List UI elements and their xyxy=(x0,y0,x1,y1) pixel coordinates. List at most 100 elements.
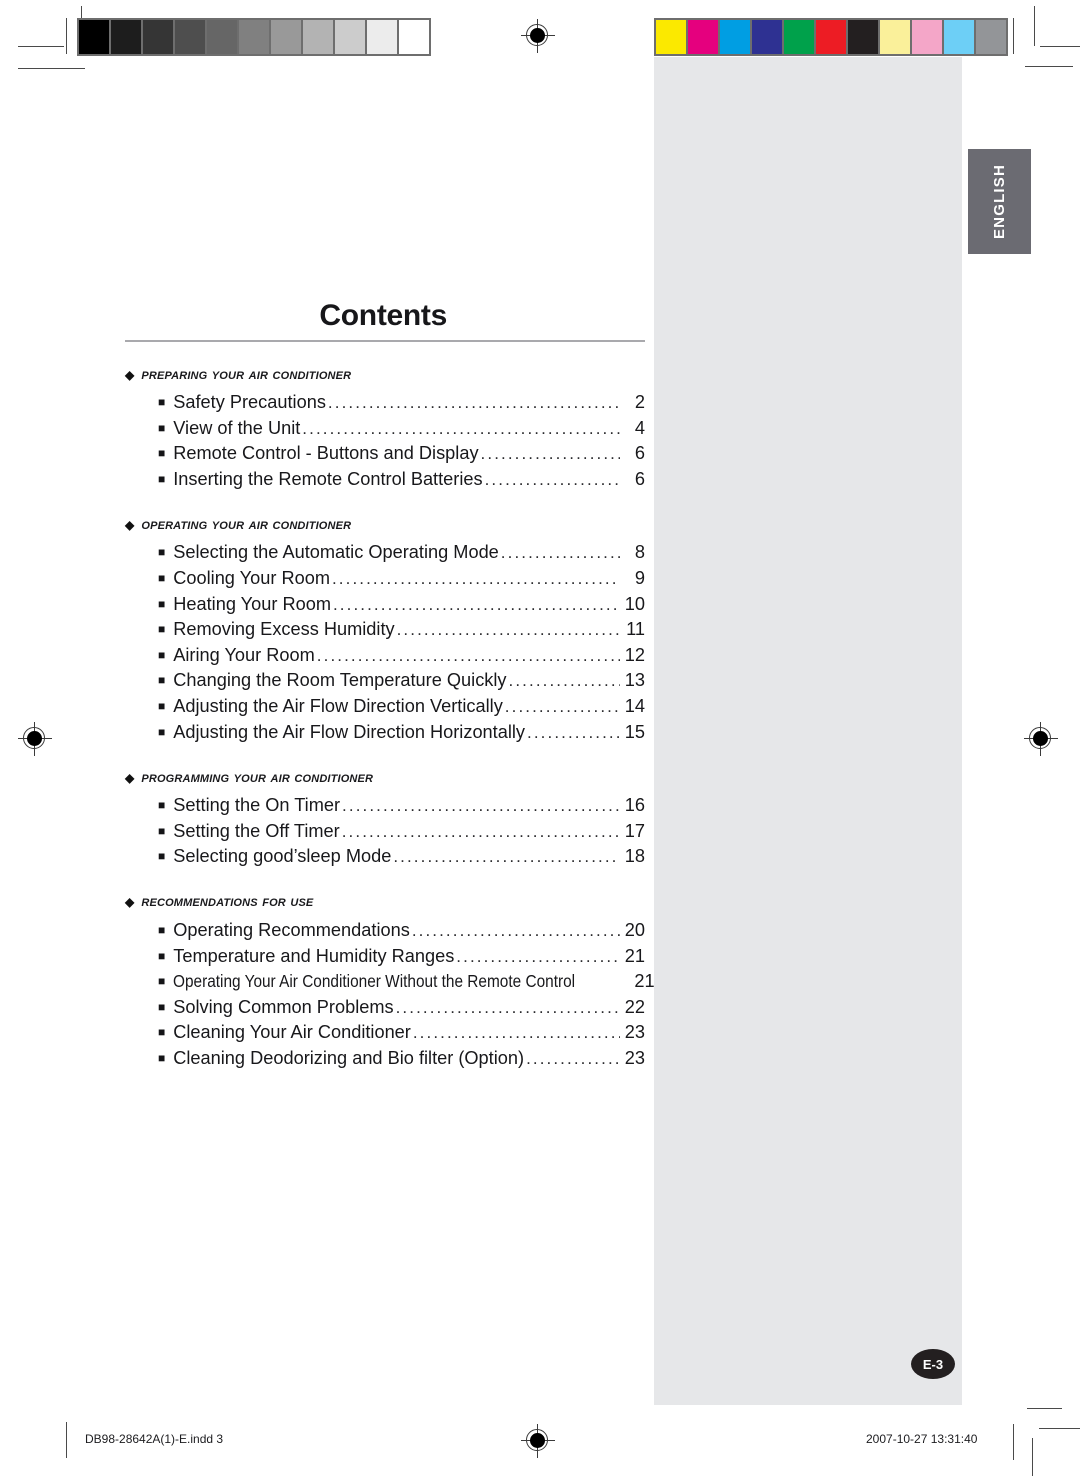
toc-entry-label: Cooling Your Room xyxy=(173,568,330,589)
toc-entry[interactable]: ■ Remote Control - Buttons and Display...… xyxy=(158,439,645,465)
toc-section: ◆ RECOMMENDATIONS FOR USE ■ Operating Recom… xyxy=(125,893,655,1069)
toc-entry-page-number: 9 xyxy=(634,568,645,589)
toc-entry-label: Heating Your Room xyxy=(173,593,331,614)
square-bullet-icon: ■ xyxy=(158,923,166,937)
grayscale-swatch xyxy=(79,20,109,54)
page-number-badge: E-3 xyxy=(911,1349,955,1379)
color-swatch xyxy=(784,20,814,54)
toc-entry-label: Inserting the Remote Control Batteries xyxy=(173,468,483,489)
toc-entry[interactable]: ■ Safety Precautions.....................… xyxy=(158,388,645,414)
toc-entry-page-number: 17 xyxy=(624,820,645,841)
language-tab-label: ENGLISH xyxy=(991,163,1009,240)
toc-entry[interactable]: ■ Changing the Room Temperature Quickly..… xyxy=(158,666,645,692)
toc-entry[interactable]: ■ Adjusting the Air Flow Direction Vertic… xyxy=(158,691,645,717)
registration-mark-top-center xyxy=(521,19,555,53)
color-swatch xyxy=(688,20,718,54)
toc-entry[interactable]: ■ Cleaning Your Air Conditioner..........… xyxy=(158,1018,645,1044)
toc-entry[interactable]: ■ Operating Your Air Conditioner Without … xyxy=(158,967,655,993)
toc-entry[interactable]: ■ Temperature and Humidity Ranges........… xyxy=(158,941,645,967)
grayscale-swatch xyxy=(111,20,141,54)
toc-section: ◆ PROGRAMMING YOUR AIR CONDITIONER ■ Settin… xyxy=(125,769,645,868)
square-bullet-icon: ■ xyxy=(158,1025,166,1040)
toc-entry-label: Removing Excess Humidity xyxy=(173,619,395,640)
toc-entry[interactable]: ■ Selecting the Automatic Operating Mode.… xyxy=(158,538,645,564)
grayscale-swatch xyxy=(271,20,301,54)
toc-entry-page-number: 13 xyxy=(624,670,645,691)
toc-entry-label: Safety Precautions xyxy=(173,392,326,413)
page-background-panel xyxy=(654,57,962,1405)
registration-mark-right-middle xyxy=(1024,722,1058,756)
toc-entry[interactable]: ■ Inserting the Remote Control Batteries.… xyxy=(158,464,645,490)
square-bullet-icon: ■ xyxy=(158,974,166,989)
toc-entry-page-number: 14 xyxy=(624,696,645,717)
toc-entry-page-number: 2 xyxy=(634,392,645,413)
toc-entry[interactable]: ■ Cleaning Deodorizing and Bio filter (Op… xyxy=(158,1043,645,1069)
square-bullet-icon: ■ xyxy=(158,798,166,813)
crop-mark-top-right-vertical xyxy=(1034,6,1035,46)
toc-entry[interactable]: ■ Operating Recommendations..............… xyxy=(158,915,645,941)
toc-leader-dots: ........................................… xyxy=(456,946,620,966)
toc-leader-dots: ........................................… xyxy=(411,921,620,940)
toc-entry-label: Temperature and Humidity Ranges xyxy=(173,945,455,966)
page-title: Contents xyxy=(319,299,447,332)
toc-entry-label: Changing the Room Temperature Quickly xyxy=(173,670,507,691)
toc-entry-page-number: 8 xyxy=(634,542,645,563)
toc-entry-label: Adjusting the Air Flow Direction Horizon… xyxy=(173,721,526,742)
toc-entry[interactable]: ■ Selecting good’sleep Mode..............… xyxy=(158,842,645,868)
square-bullet-icon: ■ xyxy=(158,823,166,838)
crop-mark-bottom-left-vertical xyxy=(66,1422,67,1458)
toc-entry[interactable]: ■ Airing Your Room.......................… xyxy=(158,640,645,666)
toc-entry[interactable]: ■ Solving Common Problems................… xyxy=(158,992,645,1018)
toc-entry-label: Adjusting the Air Flow Direction Vertica… xyxy=(173,696,503,717)
square-bullet-icon: ■ xyxy=(158,1050,166,1065)
toc-entry-label: Remote Control - Buttons and Display xyxy=(173,443,479,464)
crop-mark-bottom-right-vertical-b xyxy=(1032,1438,1033,1476)
square-bullet-icon: ■ xyxy=(158,724,166,739)
square-bullet-icon: ■ xyxy=(158,545,166,560)
toc-entry[interactable]: ■ Heating Your Room......................… xyxy=(158,589,645,615)
toc-entry[interactable]: ■ Adjusting the Air Flow Direction Horizo… xyxy=(158,717,645,743)
grayscale-swatch xyxy=(207,20,237,54)
square-bullet-icon: ■ xyxy=(158,622,166,637)
square-bullet-icon: ■ xyxy=(158,849,166,864)
footer-timestamp: 2007-10-27 13:31:40 xyxy=(866,1432,978,1446)
crop-mark-left-top-horizontal-a xyxy=(18,46,64,47)
toc-entry[interactable]: ■ Setting the Off Timer..................… xyxy=(158,816,645,842)
toc-entry-label: Selecting the Automatic Operating Mode xyxy=(173,542,499,563)
toc-section: ◆ OPERATING YOUR AIR CONDITIONER ■ Selectin… xyxy=(125,516,645,743)
square-bullet-icon: ■ xyxy=(158,673,166,688)
toc-entry[interactable]: ■ Cooling Your Room......................… xyxy=(158,563,645,589)
toc-entry-page-number: 23 xyxy=(624,1022,645,1043)
toc-leader-dots: ........................................… xyxy=(508,671,620,691)
grayscale-swatch xyxy=(303,20,333,54)
crop-mark-bottom-right-horizontal-a xyxy=(1027,1408,1062,1409)
grayscale-swatch xyxy=(239,20,269,54)
toc-section-heading-label: OPERATING YOUR AIR CONDITIONER xyxy=(141,515,352,533)
toc-leader-dots: ........................................… xyxy=(504,697,620,717)
toc-entry[interactable]: ■ Removing Excess Humidity...............… xyxy=(158,615,645,641)
toc-leader-dots: ........................................… xyxy=(342,796,620,816)
crop-mark-right-top-horizontal-b xyxy=(1025,66,1073,67)
toc-entry-page-number: 11 xyxy=(626,619,645,640)
title-divider xyxy=(125,339,645,342)
toc-leader-dots: ........................................… xyxy=(480,444,620,464)
registration-mark-left-middle xyxy=(18,722,52,756)
toc-entry-page-number: 18 xyxy=(624,846,645,867)
toc-entry[interactable]: ■ Setting the On Timer...................… xyxy=(158,791,645,817)
toc-entry-label: Airing Your Room xyxy=(173,644,315,665)
toc-entry-label: Operating Your Air Conditioner Without t… xyxy=(173,971,576,992)
toc-entry-page-number: 20 xyxy=(624,920,645,940)
toc-entry-label: Setting the Off Timer xyxy=(173,820,340,841)
color-swatch xyxy=(976,20,1006,54)
toc-section-heading: ◆ PROGRAMMING YOUR AIR CONDITIONER xyxy=(125,769,645,787)
grayscale-swatch xyxy=(335,20,365,54)
crop-mark-left-inner-vertical xyxy=(66,18,67,54)
crop-mark-bottom-right-horizontal-b xyxy=(1039,1428,1080,1429)
toc-entry-page-number: 4 xyxy=(634,417,645,438)
toc-leader-dots: ........................................… xyxy=(500,543,620,563)
toc-section-heading: ◆ PREPARING YOUR AIR CONDITIONER xyxy=(125,366,645,384)
toc-entry-page-number: 21 xyxy=(624,945,645,966)
toc-entry[interactable]: ■ View of the Unit.......................… xyxy=(158,413,645,439)
toc-section: ◆ PREPARING YOUR AIR CONDITIONER ■ Safety P… xyxy=(125,366,645,490)
toc-leader-dots: ........................................… xyxy=(396,620,620,640)
